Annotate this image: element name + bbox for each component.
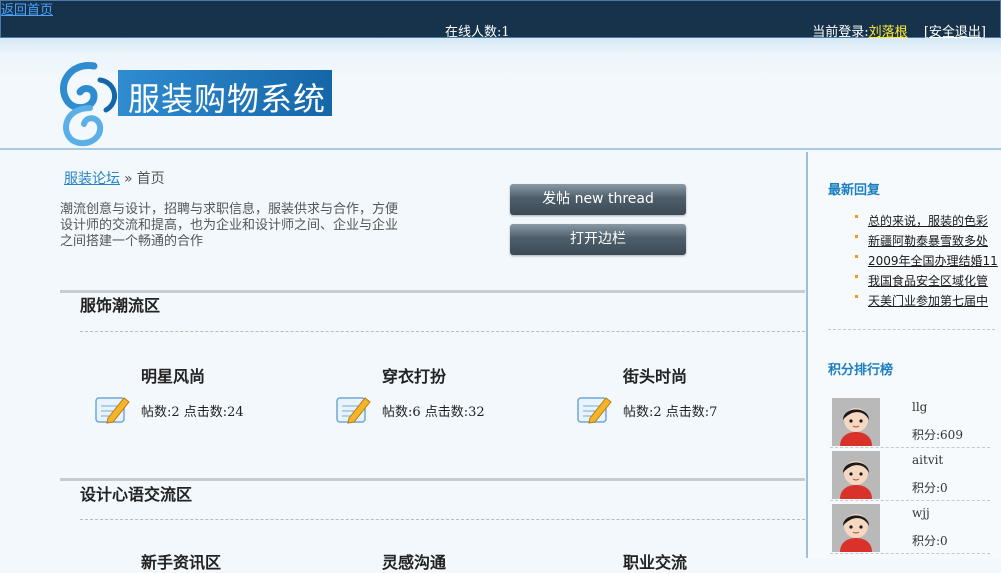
- swirl-logo-icon: [60, 62, 117, 147]
- rank-username: wjj: [912, 506, 930, 520]
- board-name[interactable]: 新手资讯区: [141, 549, 221, 573]
- section-title: 设计心语交流区: [80, 485, 193, 504]
- rank-row: llg 积分:609: [830, 398, 990, 448]
- site-header: 服装购物系统: [0, 38, 1001, 150]
- forum-intro: 潮流创意与设计，招聘与求职信息，服装供求与合作，方便设计师的交流和提高，也为企业…: [60, 202, 399, 249]
- rank-score: 积分:0: [912, 481, 948, 495]
- section-divider: [60, 290, 805, 293]
- latest-replies-title: 最新回复: [828, 183, 881, 198]
- board-stats: 帖数:2 点击数:7: [623, 405, 718, 420]
- bullet-icon: [855, 295, 858, 298]
- reply-link[interactable]: 总的来说，服装的色彩: [868, 214, 988, 228]
- top-bar: 返回首页 在线人数:1 当前登录:刘落根 [安全退出]: [0, 0, 1001, 40]
- list-item: 天美门业参加第七届中: [854, 292, 999, 312]
- rank-username: aitvit: [912, 453, 944, 467]
- board-name[interactable]: 明星风尚: [141, 363, 205, 387]
- reply-link[interactable]: 2009年全国办理结婚11: [868, 254, 998, 268]
- edit-note-icon: [95, 397, 130, 424]
- rank-score: 积分:0: [912, 534, 948, 548]
- board-stats: 帖数:2 点击数:24: [141, 405, 244, 420]
- bullet-icon: [855, 255, 858, 258]
- latest-replies-list: 总的来说，服装的色彩 新疆阿勒泰暴雪致多处 2009年全国办理结婚11 我国食品…: [854, 212, 999, 312]
- list-item: 2009年全国办理结婚11: [854, 252, 999, 272]
- board-name[interactable]: 穿衣打扮: [382, 363, 446, 387]
- cartoon-avatar-icon[interactable]: [832, 398, 880, 446]
- section-dash-line: [80, 519, 805, 520]
- back-home-link[interactable]: 返回首页: [1, 0, 53, 18]
- reply-link[interactable]: 新疆阿勒泰暴雪致多处: [868, 234, 988, 248]
- list-item: 总的来说，服装的色彩: [854, 212, 999, 232]
- breadcrumb-separator: »: [124, 171, 133, 187]
- sidebar-divider: [828, 329, 995, 330]
- edit-note-icon: [336, 397, 371, 424]
- reply-link[interactable]: 我国食品安全区域化管: [868, 274, 988, 288]
- list-item: 新疆阿勒泰暴雪致多处: [854, 232, 999, 252]
- list-item: 我国食品安全区域化管: [854, 272, 999, 292]
- rank-score: 积分:609: [912, 428, 963, 442]
- right-sidebar: 最新回复 总的来说，服装的色彩 新疆阿勒泰暴雪致多处 2009年全国办理结婚11…: [806, 152, 1001, 558]
- board-name[interactable]: 职业交流: [623, 549, 687, 573]
- cartoon-avatar-icon[interactable]: [832, 504, 880, 552]
- breadcrumb-current: 首页: [136, 171, 165, 187]
- rank-username: llg: [912, 400, 928, 414]
- breadcrumb-forum-link[interactable]: 服装论坛: [64, 171, 120, 187]
- board-name[interactable]: 灵感沟通: [382, 549, 446, 573]
- section-title: 服饰潮流区: [80, 296, 161, 315]
- rank-row: aitvit 积分:0: [830, 451, 990, 501]
- reply-link[interactable]: 天美门业参加第七届中: [868, 294, 988, 308]
- edit-note-icon: [577, 397, 612, 424]
- bullet-icon: [855, 275, 858, 278]
- score-ranking-title: 积分排行榜: [828, 363, 894, 378]
- rank-row: wjj 积分:0: [830, 504, 990, 554]
- logo-title: 服装购物系统: [128, 80, 327, 118]
- main-content: 服装论坛» 首页 潮流创意与设计，招聘与求职信息，服装供求与合作，方便设计师的交流…: [0, 152, 806, 572]
- section-dash-line: [80, 331, 805, 332]
- breadcrumb: 服装论坛» 首页: [64, 168, 165, 188]
- board-stats: 帖数:6 点击数:32: [382, 405, 485, 420]
- cartoon-avatar-icon[interactable]: [832, 451, 880, 499]
- board-name[interactable]: 街头时尚: [623, 363, 687, 387]
- new-thread-button[interactable]: 发帖 new thread: [510, 184, 686, 215]
- open-sidebar-button[interactable]: 打开边栏: [510, 224, 686, 255]
- bullet-icon: [855, 215, 858, 218]
- bullet-icon: [855, 235, 858, 238]
